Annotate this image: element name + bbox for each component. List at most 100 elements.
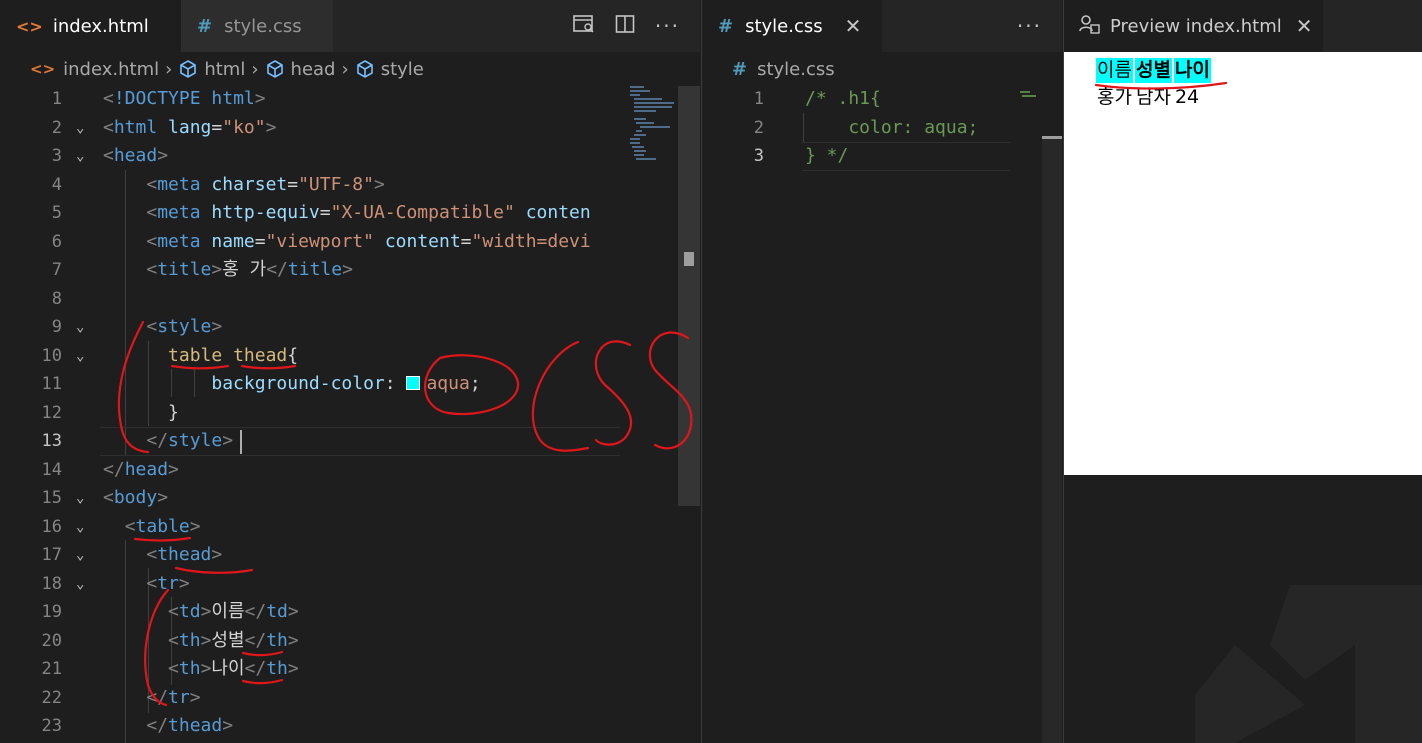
line-number: 10 <box>41 345 62 366</box>
code-editor-css[interactable]: 1 /* .h1{2 color: aqua; 3} */ <box>702 85 1012 743</box>
editor-tabbar: # style.css ✕ ··· <box>702 0 1062 52</box>
line-number: 13 <box>41 431 62 451</box>
code-line[interactable]: 20 <th>성별</th> <box>0 627 620 656</box>
fold-chevron-icon[interactable]: ⌄ <box>76 114 84 143</box>
table-cell: 홍가 <box>1096 85 1133 110</box>
minimap[interactable] <box>1012 86 1042 743</box>
code-line[interactable]: 5 <meta http-equiv="X-UA-Compatible" con… <box>0 199 620 228</box>
breadcrumb: # style.css <box>702 52 1062 86</box>
code-text: <body> <box>103 487 169 508</box>
code-line[interactable]: 2 ⌄ <html lang="ko"> <box>0 114 620 143</box>
code-text: <!DOCTYPE html> <box>103 88 266 109</box>
line-number: 1 <box>753 89 764 109</box>
code-line[interactable]: 21 <th>나이</th> <box>0 655 620 684</box>
minimap[interactable] <box>622 86 678 743</box>
code-text: <th>나이</th> <box>168 658 299 679</box>
editor-tabbar: <> index.html # style.css ··· <box>0 0 700 52</box>
breadcrumb-item-html[interactable]: html <box>204 59 245 80</box>
tab-style-css[interactable]: # style.css <box>181 0 333 52</box>
code-line[interactable]: 14 </head> <box>0 456 620 485</box>
code-text: </style> <box>146 430 234 451</box>
code-text: <tr> <box>146 572 190 594</box>
code-text: <table> <box>124 515 201 537</box>
breadcrumb-item-file[interactable]: index.html <box>63 59 159 80</box>
line-number: 5 <box>51 203 62 223</box>
line-number: 23 <box>41 716 62 736</box>
code-line[interactable]: 19 <td>이름</td> <box>0 598 620 627</box>
line-number: 17 <box>41 545 62 565</box>
more-actions-icon[interactable]: ··· <box>655 14 680 38</box>
close-icon[interactable]: ✕ <box>845 14 862 38</box>
line-number: 20 <box>41 630 62 651</box>
tab-index-html[interactable]: <> index.html <box>0 0 181 52</box>
code-text: <html lang="ko"> <box>103 116 277 138</box>
code-line[interactable]: 18 ⌄ <tr> <box>0 570 620 599</box>
fold-chevron-icon[interactable]: ⌄ <box>76 541 84 570</box>
text-cursor <box>240 430 242 454</box>
preview-tabbar: Preview index.html ✕ <box>1064 0 1422 52</box>
code-line[interactable]: 13 </style> <box>0 427 620 456</box>
code-text: <head> <box>103 145 169 166</box>
fold-chevron-icon[interactable]: ⌄ <box>76 484 84 513</box>
html-file-icon: <> <box>30 60 56 78</box>
code-line[interactable]: 8 <box>0 285 620 314</box>
breadcrumb-item-style[interactable]: style <box>381 59 424 80</box>
table-cell: 24 <box>1173 85 1211 110</box>
fold-chevron-icon[interactable]: ⌄ <box>76 513 84 542</box>
more-actions-icon[interactable]: ··· <box>1017 14 1042 38</box>
open-preview-icon[interactable] <box>573 14 595 39</box>
fold-chevron-icon[interactable]: ⌄ <box>76 313 84 342</box>
code-line[interactable]: 3 ⌄ <head> <box>0 142 620 171</box>
breadcrumb-item-file[interactable]: style.css <box>757 59 835 80</box>
code-text: <meta charset="UTF-8"> <box>146 173 385 195</box>
fold-chevron-icon[interactable]: ⌄ <box>76 570 84 599</box>
close-icon[interactable]: ✕ <box>1296 14 1313 38</box>
color-swatch-icon[interactable] <box>406 376 421 390</box>
chevron-right-icon: › <box>251 58 259 80</box>
minimap-preview <box>630 86 674 160</box>
code-line[interactable]: 3} */ <box>702 142 1062 171</box>
code-line[interactable]: 1 /* .h1{ <box>702 85 1062 114</box>
split-editor-icon[interactable] <box>615 14 635 39</box>
fold-chevron-icon[interactable]: ⌄ <box>76 342 84 371</box>
code-editor-html[interactable]: 1 <!DOCTYPE html> 2 ⌄ <html lang="ko"> 3 ⌄ <hea… <box>0 85 620 743</box>
line-number: 18 <box>41 573 62 594</box>
cube-icon <box>266 60 283 78</box>
code-line[interactable]: 11 background-color: aqua; <box>0 370 620 399</box>
line-number: 3 <box>51 146 62 166</box>
code-line[interactable]: 6 <meta name="viewport" content="width=d… <box>0 228 620 257</box>
css-file-icon: # <box>732 58 748 80</box>
code-text: </head> <box>103 458 179 480</box>
code-text: table thead{ <box>168 344 299 366</box>
code-line[interactable]: 16 ⌄ <table> <box>0 513 620 542</box>
vertical-scrollbar[interactable] <box>678 86 700 506</box>
code-text: <style> <box>146 316 223 337</box>
code-text: <meta name="viewport" content="width=dev… <box>146 230 591 252</box>
tab-preview[interactable]: Preview index.html ✕ <box>1064 0 1323 52</box>
code-line[interactable]: 9 ⌄ <style> <box>0 313 620 342</box>
code-line[interactable]: 22 </tr> <box>0 684 620 713</box>
code-line[interactable]: 15 ⌄ <body> <box>0 484 620 513</box>
editor-actions: ··· <box>573 0 700 52</box>
vertical-scrollbar[interactable] <box>1042 136 1062 743</box>
line-number: 14 <box>41 459 62 480</box>
tab-label: style.css <box>745 15 823 37</box>
breadcrumb-item-head[interactable]: head <box>291 59 336 80</box>
code-line[interactable]: 23 </thead> <box>0 712 620 741</box>
code-line[interactable]: 17 ⌄ <thead> <box>0 541 620 570</box>
preview-content[interactable]: 이름 성별 나이 홍가 남자 24 <box>1064 52 1422 475</box>
table-row: 홍가 남자 24 <box>1096 85 1211 110</box>
tab-style-css[interactable]: # style.css ✕ <box>702 0 882 52</box>
code-line[interactable]: 7 <title>홍 가</title> <box>0 256 620 285</box>
code-line[interactable]: 2 color: aqua; <box>702 114 1062 143</box>
code-line[interactable]: 10 ⌄ table thead{ <box>0 342 620 371</box>
html-file-icon: <> <box>16 16 43 36</box>
preview-table: 이름 성별 나이 홍가 남자 24 <box>1094 56 1213 112</box>
code-text: } */ <box>805 145 849 166</box>
code-line[interactable]: 12 } <box>0 399 620 428</box>
fold-chevron-icon[interactable]: ⌄ <box>76 142 84 171</box>
code-line[interactable]: 1 <!DOCTYPE html> <box>0 85 620 114</box>
code-text: } <box>103 401 179 423</box>
code-line[interactable]: 4 <meta charset="UTF-8"> <box>0 171 620 200</box>
code-text: background-color: aqua; <box>211 373 481 394</box>
